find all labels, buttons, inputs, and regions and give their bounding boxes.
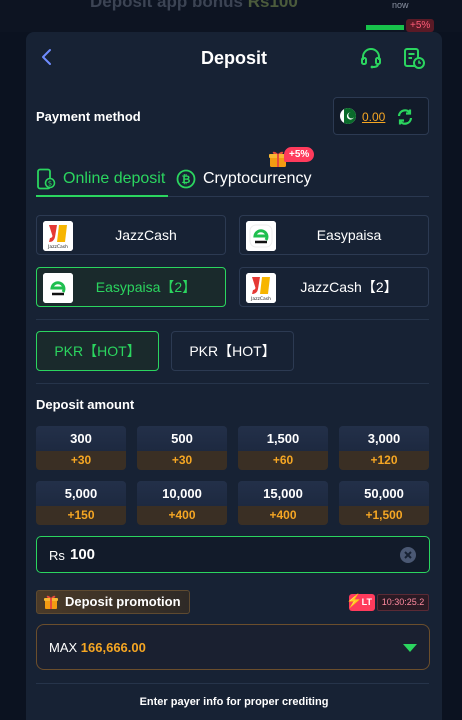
method-easypaisa-label: Easypaisa	[316, 227, 382, 243]
amount-value: 10,000	[137, 481, 227, 506]
amount-bonus: +30	[36, 451, 126, 470]
amount-option[interactable]: 500 +30	[137, 426, 227, 470]
countdown-timer: 10:30:25.2	[377, 594, 429, 611]
banner-faded-text: Deposit app bonus Rs100	[90, 0, 298, 11]
tab-online-deposit-label: Online deposit	[63, 170, 166, 187]
crypto-bonus-badge: +5%	[284, 147, 315, 162]
amount-option[interactable]: 15,000 +400	[238, 481, 328, 525]
amount-bonus: +400	[137, 506, 227, 525]
refresh-icon[interactable]	[396, 108, 414, 126]
amount-value: 15,000	[238, 481, 328, 506]
method-easypaisa-2[interactable]: Easypaisa【2】	[36, 267, 226, 307]
amount-option[interactable]: 5,000 +150	[36, 481, 126, 525]
currency-pkr-hot-1[interactable]: PKR【HOT】	[36, 331, 159, 371]
clear-input-icon[interactable]	[399, 546, 417, 564]
method-jazzcash[interactable]: JazzCash JazzCash	[36, 215, 226, 255]
svg-text:₿: ₿	[182, 173, 191, 186]
amount-value: 500	[137, 426, 227, 451]
svg-text:$: $	[48, 180, 52, 188]
payer-info-note: Enter payer info for proper crediting	[139, 696, 329, 708]
tab-cryptocurrency-label: Cryptocurrency	[203, 170, 312, 187]
deposit-amount-value[interactable]: 100	[70, 546, 95, 563]
deposit-panel: Deposit Payment method 0.00 $ Online dep…	[26, 32, 442, 720]
currency-pkr-hot-2[interactable]: PKR【HOT】	[171, 331, 294, 371]
banner-time-label: now	[392, 0, 409, 10]
deposit-amount-label: Deposit amount	[36, 397, 135, 412]
method-jazzcash-2-label: JazzCash【2】	[300, 279, 398, 295]
amount-bonus: +60	[238, 451, 328, 470]
amount-bonus: +150	[36, 506, 126, 525]
amount-value: 50,000	[339, 481, 429, 506]
background-banner: Deposit app bonus Rs100 now +5%	[0, 0, 462, 32]
tab-cryptocurrency[interactable]: ₿ Cryptocurrency	[176, 165, 311, 193]
banner-percent-badge: +5%	[406, 19, 435, 32]
promotion-select[interactable]: MAX 166,666.00	[36, 624, 430, 670]
easypaisa-logo-icon	[43, 273, 73, 303]
customer-support-headset-icon[interactable]	[359, 46, 383, 70]
gift-icon	[44, 595, 58, 609]
section-divider	[36, 383, 429, 384]
jazzcash-logo-icon: JazzCash	[43, 221, 73, 251]
deposit-history-icon[interactable]	[402, 46, 426, 70]
method-jazzcash-2[interactable]: JazzCash JazzCash【2】	[239, 267, 429, 307]
deposit-promotion-label: Deposit promotion	[65, 594, 181, 609]
method-easypaisa-2-label: Easypaisa【2】	[95, 279, 197, 295]
balance-box: 0.00	[333, 97, 429, 135]
amount-value: 1,500	[238, 426, 328, 451]
deposit-amount-input[interactable]: Rs 100	[36, 536, 430, 573]
amount-bonus: +400	[238, 506, 328, 525]
deposit-promotion-tag: Deposit promotion	[36, 590, 190, 614]
method-jazzcash-label: JazzCash	[115, 227, 177, 243]
currency-symbol: Rs	[49, 548, 65, 563]
amount-option[interactable]: 1,500 +60	[238, 426, 328, 470]
svg-text:JazzCash: JazzCash	[250, 296, 271, 302]
tab-online-deposit[interactable]: $ Online deposit	[36, 165, 165, 193]
jazzcash-logo-icon: JazzCash	[246, 273, 276, 303]
section-divider	[36, 683, 429, 684]
amount-option[interactable]: 3,000 +120	[339, 426, 429, 470]
amount-option[interactable]: 50,000 +1,500	[339, 481, 429, 525]
amount-value: 3,000	[339, 426, 429, 451]
method-easypaisa[interactable]: Easypaisa	[239, 215, 429, 255]
mobile-deposit-icon: $	[37, 168, 56, 190]
svg-text:JazzCash: JazzCash	[47, 244, 68, 250]
pakistan-flag-icon	[340, 108, 356, 124]
promotion-select-value: MAX 166,666.00	[49, 640, 146, 655]
dropdown-caret-icon	[403, 644, 417, 652]
amount-bonus: +30	[137, 451, 227, 470]
crypto-coin-icon: ₿	[176, 169, 196, 189]
section-divider	[36, 319, 429, 320]
tab-bar-underline	[36, 195, 429, 197]
amount-value: 300	[36, 426, 126, 451]
amount-option[interactable]: 10,000 +400	[137, 481, 227, 525]
lightning-icon: ⚡	[346, 593, 363, 608]
amount-bonus: +120	[339, 451, 429, 470]
limited-time-badge: ⚡ LT	[346, 593, 375, 611]
amount-value: 5,000	[36, 481, 126, 506]
payment-method-label: Payment method	[36, 109, 141, 124]
active-tab-indicator	[36, 195, 168, 197]
balance-value[interactable]: 0.00	[362, 110, 385, 124]
amount-option[interactable]: 300 +30	[36, 426, 126, 470]
banner-progress-bar	[366, 25, 404, 30]
easypaisa-logo-icon	[246, 221, 276, 251]
amount-bonus: +1,500	[339, 506, 429, 525]
